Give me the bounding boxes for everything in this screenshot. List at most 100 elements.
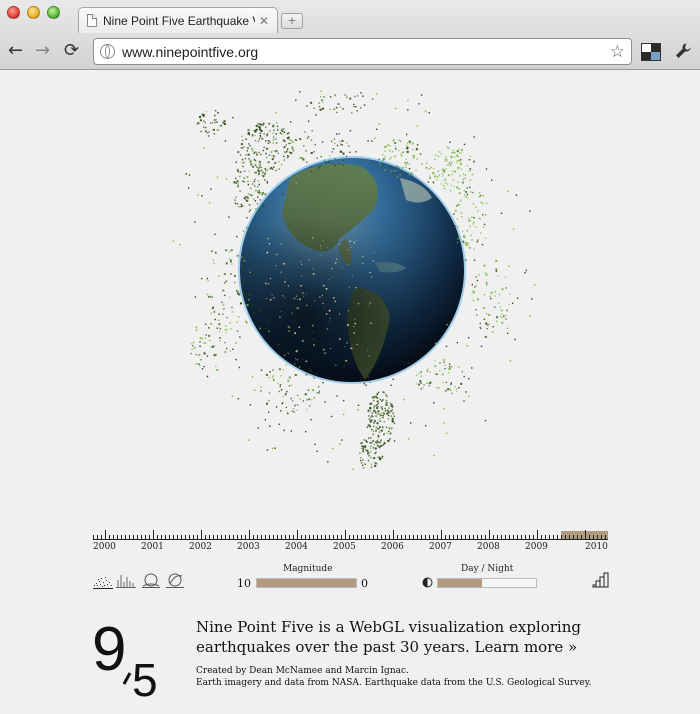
timeline-ticks[interactable]	[93, 528, 608, 542]
tab-close-icon[interactable]: ✕	[259, 14, 269, 28]
view-mode-arc-button[interactable]	[165, 572, 185, 588]
earthquake-point	[375, 405, 377, 407]
earthquake-point	[509, 293, 511, 295]
earthquake-point	[406, 142, 409, 144]
earthquake-point	[198, 354, 201, 356]
earthquake-point	[369, 442, 371, 444]
city-light	[356, 239, 358, 241]
earthquake-point	[371, 428, 373, 431]
earthquake-point	[235, 358, 237, 361]
earthquake-point	[286, 137, 289, 139]
earthquake-point	[258, 189, 260, 192]
city-light	[305, 293, 307, 295]
forward-icon[interactable]: →	[35, 42, 50, 60]
earthquake-point	[245, 199, 247, 201]
address-bar[interactable]: www.ninepointfive.org ☆	[93, 38, 632, 65]
earthquake-point	[374, 462, 377, 464]
year-label-2006[interactable]: 2006	[381, 542, 404, 552]
earthquake-point	[263, 175, 265, 177]
earthquake-point	[299, 398, 301, 400]
year-label-2003[interactable]: 2003	[237, 542, 260, 552]
earthquake-point	[399, 140, 402, 142]
city-light	[346, 341, 349, 344]
earthquake-point	[214, 122, 216, 124]
earthquake-point	[304, 131, 306, 133]
url-text[interactable]: www.ninepointfive.org	[122, 44, 610, 60]
earthquake-point	[231, 311, 234, 313]
earthquake-point	[382, 158, 384, 160]
earthquake-point	[260, 369, 263, 371]
close-window-button[interactable]	[7, 6, 20, 19]
earthquake-point	[254, 178, 256, 181]
earthquake-point	[464, 243, 467, 246]
earthquake-point	[392, 140, 395, 142]
page-icon	[87, 14, 97, 27]
earthquake-point	[380, 406, 383, 409]
year-timeline[interactable]: 2000 2001 2002 2003 2004 2005 2006 2007 2008 2009…	[93, 528, 608, 554]
city-light	[334, 262, 337, 264]
earthquake-point	[240, 147, 243, 149]
earthquake-point	[349, 130, 352, 132]
earthquake-point	[482, 214, 484, 216]
earthquake-globe-visualization[interactable]	[170, 88, 550, 498]
new-tab-button[interactable]: +	[281, 13, 303, 29]
timeline-selected-range[interactable]	[561, 531, 608, 540]
view-mode-globe-button[interactable]	[141, 572, 161, 588]
earthquake-point	[262, 205, 265, 208]
year-label-2009[interactable]: 2009	[525, 542, 548, 552]
earthquake-point	[371, 98, 374, 100]
earthquake-point	[438, 174, 440, 176]
year-label-2007[interactable]: 2007	[429, 542, 452, 552]
city-light	[305, 360, 308, 363]
earthquake-point	[282, 193, 284, 195]
browser-tab[interactable]: Nine Point Five Earthquake V ✕	[78, 7, 278, 33]
earthquake-point	[477, 210, 479, 212]
earthquake-point	[376, 442, 378, 445]
reload-icon[interactable]: ⟳	[64, 42, 79, 60]
earthquake-point	[463, 194, 466, 196]
year-label-2010[interactable]: 2010	[585, 542, 608, 552]
earthquake-point	[435, 373, 437, 375]
earthquake-point	[205, 110, 208, 113]
view-mode-bars-button[interactable]	[116, 572, 136, 588]
extension-icon[interactable]	[641, 43, 661, 61]
earthquake-point	[268, 122, 271, 125]
year-label-2002[interactable]: 2002	[189, 542, 212, 552]
year-label-2000[interactable]: 2000	[93, 542, 116, 552]
earthquake-point	[332, 148, 335, 150]
minimize-window-button[interactable]	[27, 6, 40, 19]
earthquake-point	[207, 280, 209, 282]
earthquake-point	[446, 146, 449, 149]
earthquake-point	[229, 350, 231, 352]
view-mode-scatter-button[interactable]	[93, 572, 113, 589]
earthquake-point	[191, 343, 193, 345]
earthquake-point	[377, 434, 379, 437]
wrench-icon[interactable]	[674, 42, 692, 65]
earthquake-point	[272, 132, 275, 134]
earthquake-point	[200, 359, 202, 361]
earthquake-point	[420, 94, 423, 96]
day-night-slider[interactable]	[437, 578, 537, 588]
earthquake-point	[377, 436, 379, 438]
earthquake-point	[259, 309, 261, 311]
year-label-2005[interactable]: 2005	[333, 542, 356, 552]
earthquake-point	[361, 445, 363, 447]
earthquake-point	[265, 140, 267, 142]
globe-canvas[interactable]	[170, 88, 550, 498]
year-label-2008[interactable]: 2008	[477, 542, 500, 552]
earthquake-point	[468, 378, 470, 380]
earthquake-point	[349, 151, 351, 153]
back-icon[interactable]: ←	[8, 42, 23, 60]
year-label-2004[interactable]: 2004	[285, 542, 308, 552]
star-icon[interactable]: ☆	[610, 42, 625, 62]
magnitude-slider[interactable]	[256, 578, 357, 588]
stairs-icon[interactable]	[592, 572, 609, 588]
earthquake-point	[225, 262, 228, 265]
zoom-window-button[interactable]	[47, 6, 60, 19]
city-light	[324, 352, 327, 355]
year-label-2001[interactable]: 2001	[141, 542, 164, 552]
earthquake-point	[246, 304, 249, 307]
earthquake-point	[185, 173, 187, 175]
earthquake-point	[199, 341, 201, 343]
site-description[interactable]: Nine Point Five is a WebGL visualization…	[196, 617, 596, 657]
